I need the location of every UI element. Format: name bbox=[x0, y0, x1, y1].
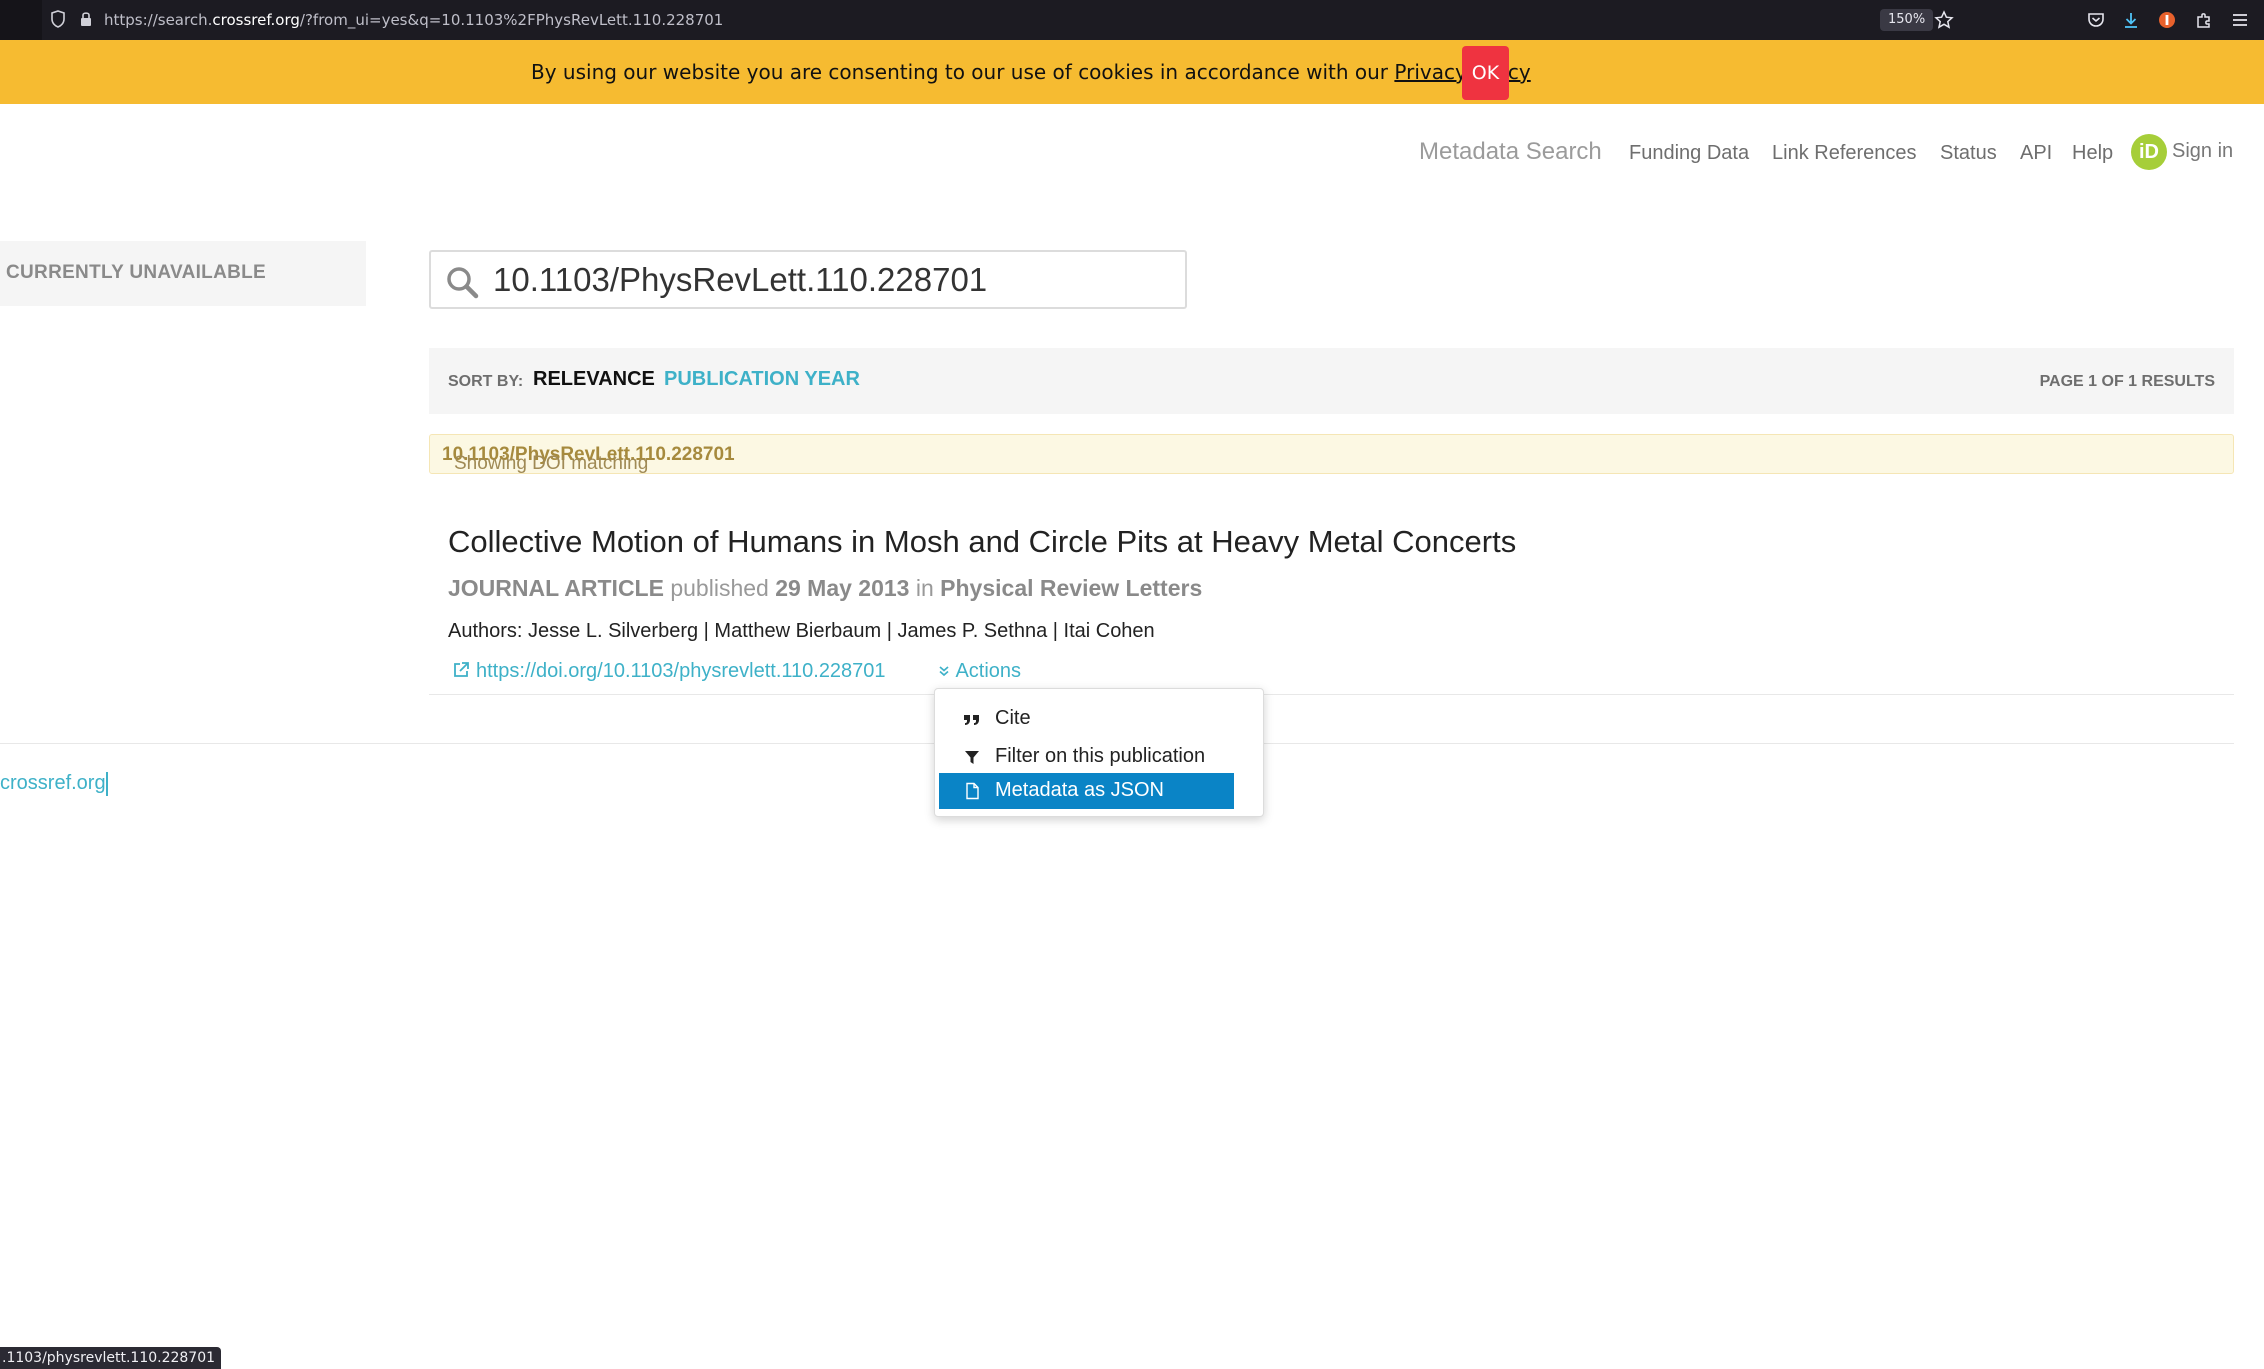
menu-icon[interactable] bbox=[2230, 10, 2250, 30]
result-journal: Physical Review Letters bbox=[940, 575, 1203, 601]
cookie-message: By using our website you are consenting … bbox=[531, 60, 1531, 84]
sort-bar: SORT BY: RELEVANCE PUBLICATION YEAR PAGE… bbox=[429, 348, 2234, 414]
side-panel-label: CURRENTLY UNAVAILABLE bbox=[6, 262, 266, 283]
browser-edge bbox=[0, 0, 42, 40]
doi-link[interactable]: https://doi.org/10.1103/physrevlett.110.… bbox=[452, 660, 886, 683]
result-type: JOURNAL ARTICLE bbox=[448, 575, 664, 601]
menu-item-filter[interactable]: Filter on this publication bbox=[939, 739, 1234, 775]
notice-prefix: Showing DOI matching bbox=[454, 453, 649, 474]
double-chevron-down-icon bbox=[939, 666, 949, 677]
menu-item-metadata-json-label: Metadata as JSON bbox=[995, 779, 1164, 801]
result-divider bbox=[429, 694, 2234, 695]
published-word: published bbox=[670, 575, 769, 601]
star-icon[interactable] bbox=[1934, 10, 1954, 30]
actions-toggle[interactable]: Actions bbox=[937, 660, 1021, 683]
sign-in-link[interactable]: Sign in bbox=[2172, 140, 2233, 163]
nav-link-references[interactable]: Link References bbox=[1772, 142, 1917, 165]
nav-metadata-search[interactable]: Metadata Search bbox=[1419, 138, 1602, 166]
result-meta: JOURNAL ARTICLE published 29 May 2013 in… bbox=[448, 575, 1202, 602]
sort-label: SORT BY: bbox=[448, 373, 524, 390]
nav-help[interactable]: Help bbox=[2072, 142, 2113, 165]
url-prefix: https://search. bbox=[104, 11, 213, 29]
status-bar-url: .1103/physrevlett.110.228701 bbox=[0, 1347, 222, 1369]
search-icon bbox=[447, 267, 479, 299]
extensions-puzzle-icon[interactable] bbox=[2194, 10, 2214, 30]
search-box[interactable]: 10.1103/PhysRevLett.110.228701 bbox=[429, 250, 1187, 309]
footer-crossref-link[interactable]: crossref.org bbox=[0, 772, 106, 795]
top-nav: Metadata Search Funding Data Link Refere… bbox=[0, 136, 2264, 176]
extension-badge-icon[interactable] bbox=[2157, 10, 2177, 30]
pocket-icon[interactable] bbox=[2086, 10, 2106, 30]
cookie-text: By using our website you are consenting … bbox=[531, 60, 1395, 84]
result-title[interactable]: Collective Motion of Humans in Mosh and … bbox=[448, 524, 1516, 560]
url-host: crossref.org bbox=[212, 11, 300, 29]
text-caret bbox=[106, 772, 108, 796]
actions-menu: Cite Filter on this publication Metadata… bbox=[934, 688, 1264, 817]
doi-link-text: https://doi.org/10.1103/physrevlett.110.… bbox=[476, 660, 886, 682]
nav-status[interactable]: Status bbox=[1940, 142, 1997, 165]
result-authors: Authors: Jesse L. Silverberg | Matthew B… bbox=[448, 620, 1155, 642]
file-icon bbox=[966, 782, 979, 800]
cookie-ok-button[interactable]: OK bbox=[1462, 46, 1509, 100]
lock-icon[interactable] bbox=[78, 10, 94, 28]
sort-relevance[interactable]: RELEVANCE bbox=[533, 368, 655, 391]
doi-match-notice: Showing DOI matching 10.1103/PhysRevLett… bbox=[429, 434, 2234, 474]
zoom-level-badge[interactable]: 150% bbox=[1880, 9, 1934, 31]
page-info: PAGE 1 OF 1 RESULTS bbox=[2039, 373, 2215, 390]
in-word: in bbox=[915, 575, 934, 601]
result-date: 29 May 2013 bbox=[775, 575, 910, 601]
nav-funding-data[interactable]: Funding Data bbox=[1629, 142, 1749, 165]
menu-item-cite[interactable]: Cite bbox=[939, 701, 1234, 737]
filter-icon bbox=[965, 751, 979, 764]
browser-toolbar: https://search.crossref.org/?from_ui=yes… bbox=[0, 0, 2264, 40]
quote-icon bbox=[964, 715, 979, 725]
sort-publication-year[interactable]: PUBLICATION YEAR bbox=[664, 368, 860, 391]
shield-icon[interactable] bbox=[50, 10, 66, 28]
url-path: /?from_ui=yes&q=10.1103%2FPhysRevLett.11… bbox=[299, 11, 724, 29]
nav-api[interactable]: API bbox=[2020, 142, 2052, 165]
address-bar[interactable]: https://search.crossref.org/?from_ui=yes… bbox=[104, 11, 723, 29]
menu-item-metadata-json[interactable]: Metadata as JSON bbox=[939, 773, 1234, 809]
download-icon[interactable] bbox=[2121, 10, 2141, 30]
search-input[interactable]: 10.1103/PhysRevLett.110.228701 bbox=[493, 261, 987, 299]
cookie-banner: By using our website you are consenting … bbox=[0, 40, 2264, 104]
menu-item-filter-label: Filter on this publication bbox=[995, 745, 1206, 767]
notice-text: Showing DOI matching 10.1103/PhysRevLett… bbox=[442, 444, 735, 474]
menu-item-cite-label: Cite bbox=[995, 707, 1031, 729]
orcid-icon[interactable]: iD bbox=[2131, 134, 2167, 170]
side-panel: CURRENTLY UNAVAILABLE bbox=[0, 241, 366, 306]
actions-label: Actions bbox=[955, 660, 1022, 682]
external-link-icon bbox=[454, 662, 469, 677]
